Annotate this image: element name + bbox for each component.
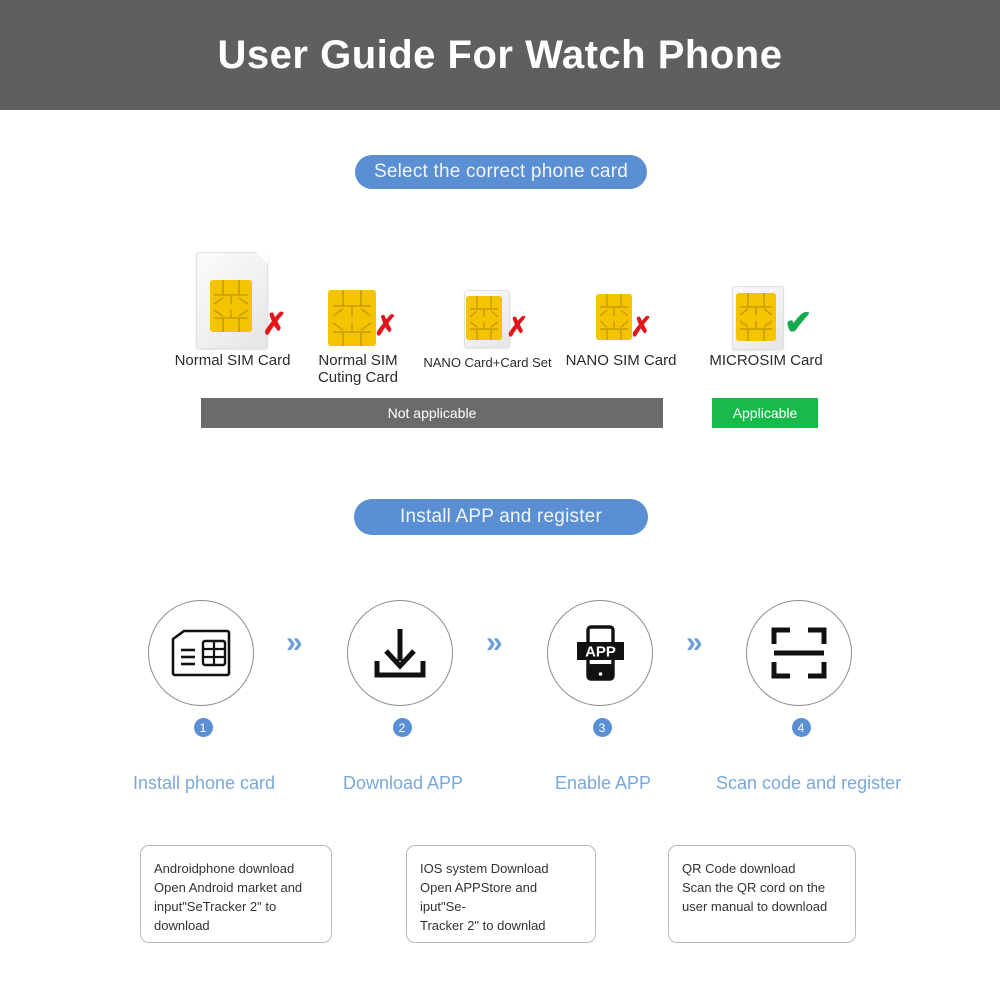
qr-scan-icon [771,627,827,679]
step-1-icon-circle [148,600,254,706]
sim-chip-icon [596,294,632,340]
step-4-label: Scan code and register [716,773,902,793]
note-box-qr-download: QR Code download Scan the QR cord on the… [668,845,856,943]
sim-chip-icon [328,290,376,346]
sim-card-icon [171,629,231,677]
section-heading-select-card: Select the correct phone card [355,155,647,189]
note-box-android-download: Androidphone download Open Android marke… [140,845,332,943]
sim-option-label: Normal SIM Card [174,352,291,369]
step-scan-code-and-register: 4 [746,600,856,737]
page-header: User Guide For Watch Phone [0,0,1000,110]
sim-option-microsim-card: ✔ [732,286,813,350]
sim-option-normal-sim-cuting-card: ✗ [328,290,397,348]
status-bar-applicable: Applicable [712,398,818,428]
sim-option-label: MICROSIM Card [709,352,823,369]
step-3-icon-circle: APP [547,600,653,706]
step-install-phone-card: 1 [148,600,258,737]
download-icon [374,629,426,678]
chevron-right-icon-3: » [686,626,703,659]
step-1-number-badge: 1 [193,718,213,737]
cross-mark-icon: ✗ [262,308,288,341]
sim-chip-icon [210,280,252,332]
normal-sim-cuting-card-graphic: ✗ [328,290,397,348]
svg-text:APP: APP [585,643,616,660]
step-enable-app: APP 3 [547,600,657,737]
sim-option-nano-sim-card: ✗ [596,294,653,346]
step-2-label: Download APP [342,773,464,793]
note-box-ios-download: IOS system Download Open APPStore and ip… [406,845,596,943]
nano-sim-card-graphic: ✗ [596,294,653,346]
sim-option-nano-card-plus-card-set: ✗ [464,290,529,348]
step-2-icon-circle [347,600,453,706]
sim-option-label: NANO Card+Card Set [423,355,552,370]
cross-mark-icon: ✗ [630,312,653,342]
page-title: User Guide For Watch Phone [217,32,783,77]
sim-option-label: Normal SIM Cuting Card [317,352,399,386]
step-3-number-badge: 3 [592,718,612,737]
cross-mark-icon: ✗ [506,312,529,342]
status-bar-not-applicable: Not applicable [201,398,663,428]
install-steps-flow: 1 Install phone card » 2 Download APP » … [0,590,1000,800]
sim-chip-icon [736,293,776,341]
chevron-right-icon-1: » [286,626,303,659]
cross-mark-icon: ✗ [374,310,398,341]
app-phone-icon: APP [577,625,624,681]
step-4-number-badge: 4 [791,718,811,737]
step-download-app: 2 [347,600,457,737]
sim-option-normal-sim-card: ✗ [196,252,287,349]
normal-sim-card-graphic: ✗ [196,252,287,349]
check-mark-icon: ✔ [784,304,813,342]
step-1-label: Install phone card [132,773,276,793]
step-2-number-badge: 2 [392,718,412,737]
sim-option-label: NANO SIM Card [565,352,677,369]
chevron-right-icon-2: » [486,626,503,659]
section-heading-install-app: Install APP and register [354,499,648,535]
microsim-card-graphic: ✔ [732,286,813,350]
step-4-icon-circle [746,600,852,706]
step-3-label: Enable APP [554,773,652,793]
sim-chip-icon [466,296,502,340]
nano-card-plus-set-graphic: ✗ [464,290,529,348]
